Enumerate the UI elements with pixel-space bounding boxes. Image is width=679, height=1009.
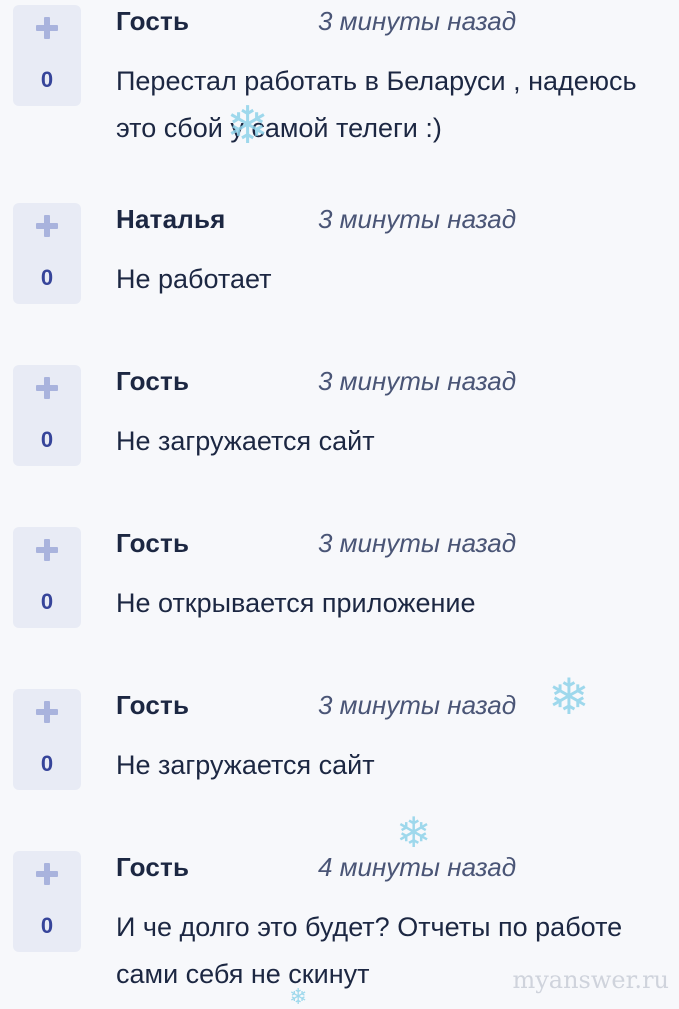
upvote-button[interactable] [13,15,81,45]
comment-text: Не открывается приложение [116,588,476,618]
plus-icon [36,863,58,885]
upvote-button[interactable] [13,699,81,729]
comment-timestamp: 3 минуты назад [318,690,517,720]
comment-timestamp: 4 минуты назад [318,852,517,882]
vote-box: 0 [13,365,81,466]
comment-text: Не загружается сайт [116,426,375,456]
upvote-button[interactable] [13,213,81,243]
comment-text: Перестал работать в Беларуси , надеюсь э… [116,66,637,143]
plus-icon [36,17,58,39]
upvote-button[interactable] [13,861,81,891]
snowflake-icon: ❄ [548,669,590,725]
comment-text: Не работает [116,264,272,294]
comment-author[interactable]: Гость [116,690,189,721]
comment-timestamp: 3 минуты назад [318,6,517,36]
vote-count: 0 [40,751,54,776]
vote-count: 0 [40,67,54,92]
upvote-button[interactable] [13,537,81,567]
comment-author[interactable]: Гость [116,852,189,883]
comment-timestamp: 3 минуты назад [318,204,517,234]
comment-text: Не загружается сайт [116,750,375,780]
vote-box: 0 [13,851,81,952]
vote-count: 0 [40,265,54,290]
vote-box: 0 [13,5,81,106]
vote-count: 0 [40,427,54,452]
comment-text: И че долго это будет? Отчеты по работе с… [116,912,623,989]
snowflake-icon: ❄ [396,809,432,856]
comment-author[interactable]: Гость [116,6,189,37]
plus-icon [36,377,58,399]
comment-author[interactable]: Гость [116,366,189,397]
vote-box: 0 [13,527,81,628]
vote-box: 0 [13,689,81,790]
comment-author[interactable]: Гость [116,528,189,559]
plus-icon [36,701,58,723]
plus-icon [36,539,58,561]
vote-count: 0 [40,913,54,938]
comment-timestamp: 3 минуты назад [318,528,517,558]
vote-box: 0 [13,203,81,304]
comment-timestamp: 3 минуты назад [318,366,517,396]
plus-icon [36,215,58,237]
comment-author[interactable]: Наталья [116,204,226,235]
upvote-button[interactable] [13,375,81,405]
vote-count: 0 [40,589,54,614]
